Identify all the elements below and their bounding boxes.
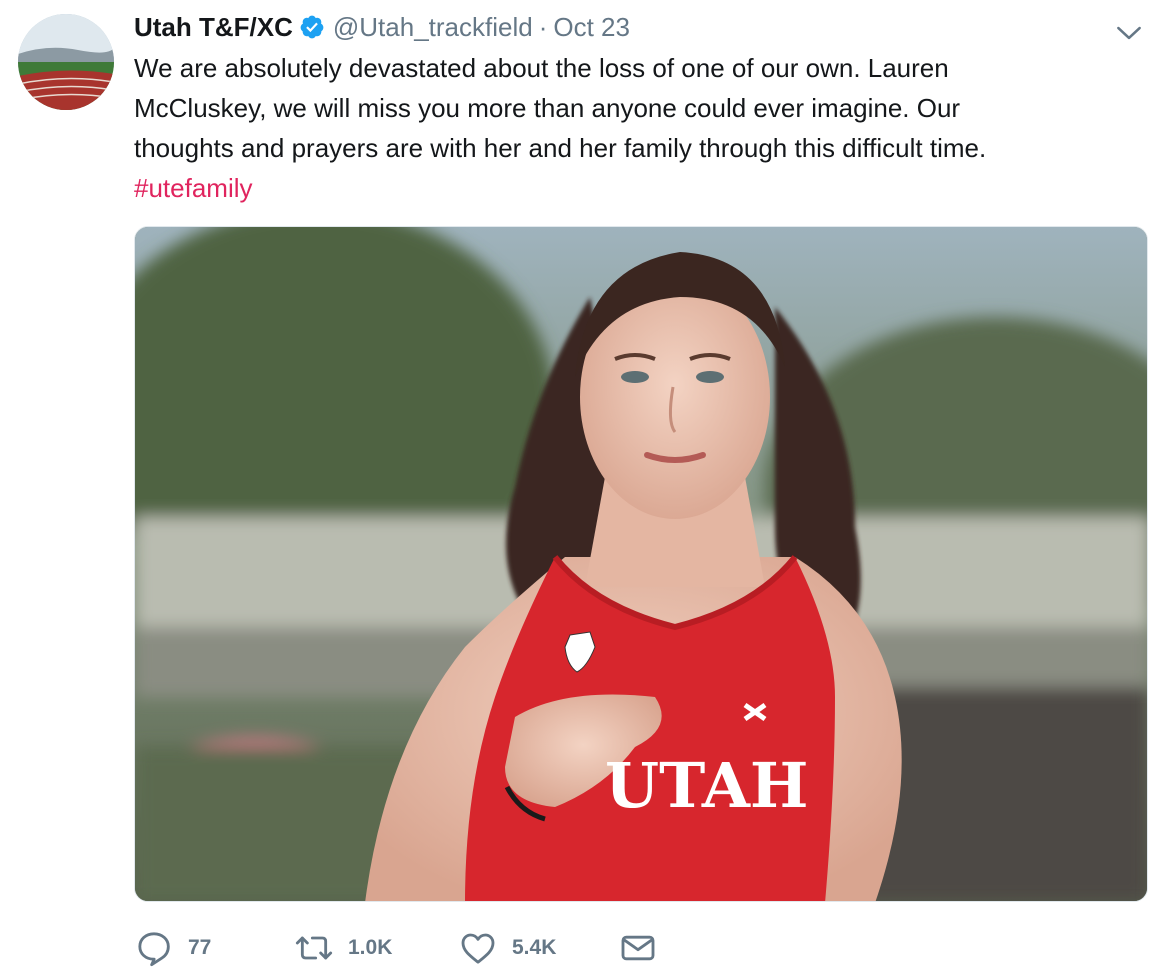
hashtag-link[interactable]: #utefamily <box>134 168 1144 208</box>
like-count: 5.4K <box>512 936 557 959</box>
tweet-text: We are absolutely devastated about the l… <box>134 48 1144 208</box>
tweet-text-line: thoughts and prayers are with her and he… <box>134 133 987 163</box>
tweet-text-line: We are absolutely devastated about the l… <box>134 53 949 83</box>
retweet-button[interactable]: 1.0K <box>294 928 458 968</box>
user-handle[interactable]: @Utah_trackfield <box>333 12 533 43</box>
tweet[interactable]: Utah T&F/XC @Utah_trackfield · Oct 23 We… <box>0 0 1168 972</box>
retweet-icon <box>295 936 333 960</box>
like-button[interactable]: 5.4K <box>458 928 618 968</box>
separator-dot: · <box>538 11 548 42</box>
reply-button[interactable]: 77 <box>134 928 294 968</box>
envelope-icon <box>621 935 655 961</box>
direct-message-button[interactable] <box>618 928 658 968</box>
verified-badge-icon <box>300 15 324 39</box>
display-name[interactable]: Utah T&F/XC <box>134 12 293 43</box>
retweet-count: 1.0K <box>348 936 393 959</box>
avatar-image <box>18 14 114 110</box>
reply-icon <box>138 932 170 967</box>
reply-count: 77 <box>188 936 212 959</box>
athlete-photo: UTAH <box>135 227 1147 901</box>
tweet-header: Utah T&F/XC @Utah_trackfield · Oct 23 <box>134 10 630 44</box>
heart-icon <box>461 933 495 964</box>
tweet-text-line: McCluskey, we will miss you more than an… <box>134 93 961 123</box>
profile-avatar[interactable] <box>18 14 114 110</box>
tweet-timestamp[interactable]: Oct 23 <box>553 12 630 43</box>
tweet-photo[interactable]: UTAH <box>134 226 1148 902</box>
chevron-down-icon[interactable] <box>1112 16 1146 50</box>
tweet-actions: 77 1.0K 5.4K <box>134 926 658 970</box>
jersey-lettering: UTAH <box>605 749 809 822</box>
